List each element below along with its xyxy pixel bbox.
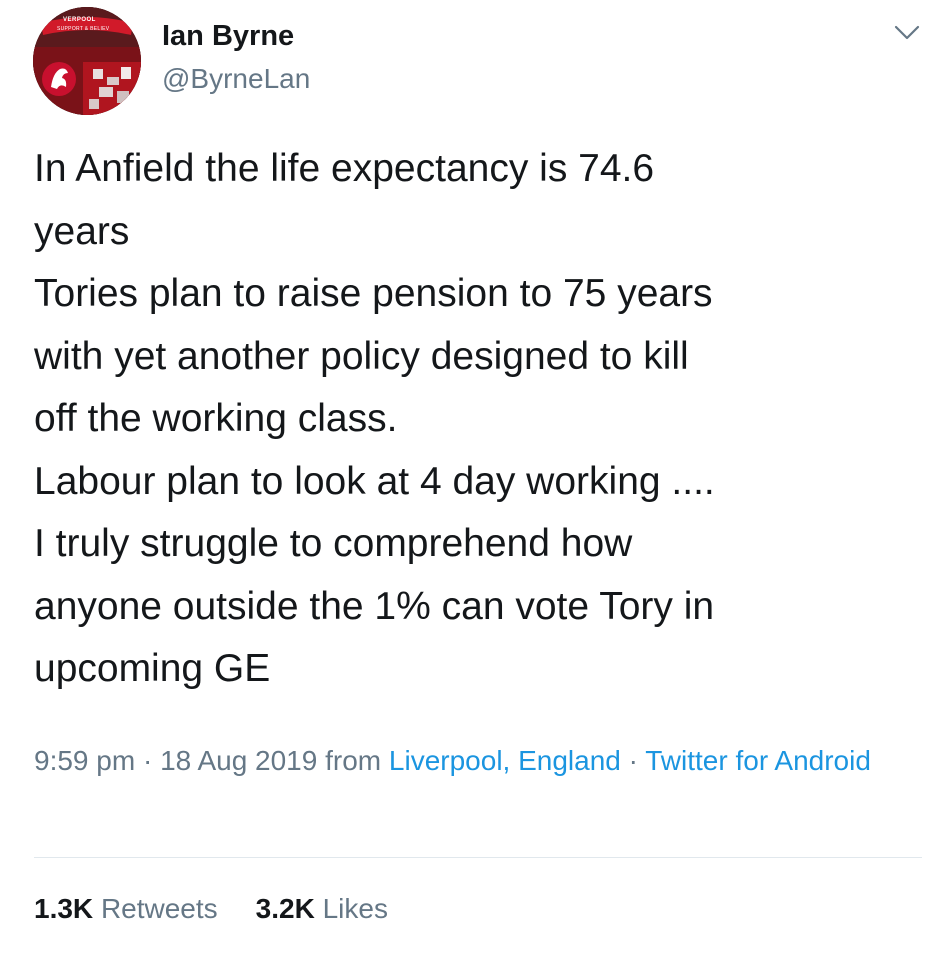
retweets-stat[interactable]: 1.3K Retweets [34, 893, 218, 925]
tweet-text: In Anfield the life expectancy is 74.6 y… [34, 138, 924, 701]
tweet-time[interactable]: 9:59 pm [34, 745, 135, 776]
meta-separator: · [620, 745, 646, 776]
likes-label: Likes [322, 893, 388, 924]
meta-separator: · [135, 745, 161, 776]
tweet-text-line: anyone outside the 1% can vote Tory in [34, 584, 715, 628]
tweet-text-line: I truly struggle to comprehend how [34, 522, 633, 565]
avatar-image [33, 7, 141, 115]
chevron-down-icon[interactable] [892, 22, 922, 44]
author-handle[interactable]: @ByrneLan [162, 63, 310, 95]
tweet-text-line: with yet another policy designed to kill [34, 334, 689, 378]
tweet-metadata: 9:59 pm · 18 Aug 2019 from Liverpool, En… [34, 740, 914, 782]
tweet-date[interactable]: 18 Aug 2019 [160, 745, 317, 776]
retweets-label: Retweets [100, 893, 218, 924]
avatar-banner-text-1: VERPOOL [63, 17, 96, 23]
tweet-text-line: upcoming GE [34, 647, 271, 690]
avatar[interactable]: VERPOOL SUPPORT & BELIEV [33, 7, 141, 115]
location-link[interactable]: Liverpool, England [389, 745, 621, 776]
tweet-text-line: Tories plan to raise pension to 75 years [34, 272, 713, 315]
meta-from-text: from [317, 745, 389, 776]
tweet-text-line: In Anfield the life expectancy is 74.6 [34, 147, 655, 190]
tweet-text-line: off the working class. [34, 397, 398, 440]
tweet-text-line: years [34, 209, 130, 253]
divider [34, 857, 922, 858]
tweet-text-line: Labour plan to look at 4 day working ...… [34, 459, 715, 503]
avatar-banner-text-2: SUPPORT & BELIEV [57, 26, 110, 32]
author-name[interactable]: Ian Byrne [162, 20, 294, 53]
likes-count: 3.2K [255, 893, 315, 924]
likes-stat[interactable]: 3.2K Likes [256, 893, 388, 925]
engagement-stats: 1.3K Retweets 3.2K Likes [34, 893, 388, 925]
source-link[interactable]: Twitter for Android [645, 745, 871, 776]
retweets-count: 1.3K [34, 893, 94, 924]
tweet-card: VERPOOL SUPPORT & BELIEV Ian Byrne @Byrn… [0, 0, 952, 960]
